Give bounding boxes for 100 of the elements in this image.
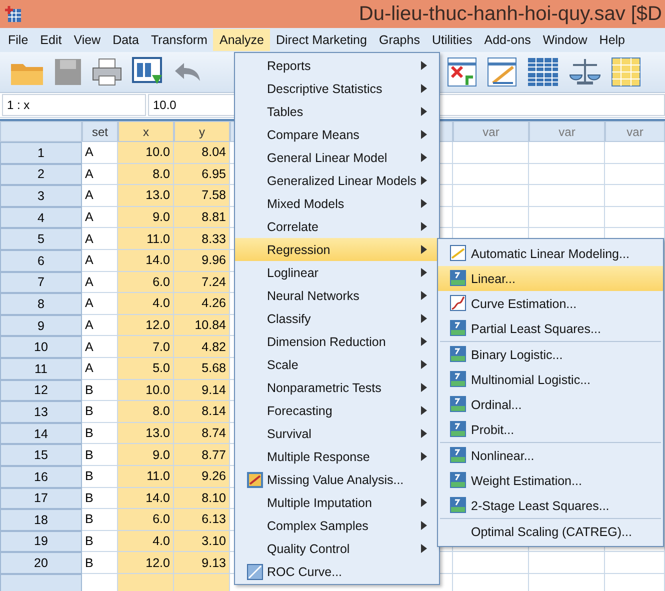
row-number[interactable]: 16 — [0, 466, 82, 488]
row-number[interactable]: 10 — [0, 336, 82, 358]
table-cell: A — [82, 228, 118, 250]
menu-item[interactable]: Missing Value Analysis... — [235, 468, 439, 491]
chart-edit-icon[interactable] — [487, 57, 517, 87]
menu-item[interactable]: Regression — [235, 238, 439, 261]
value-labels-icon[interactable] — [611, 57, 641, 87]
row-number[interactable]: 20 — [0, 552, 82, 574]
regression-icon — [450, 421, 466, 437]
save-icon[interactable] — [54, 58, 82, 86]
row-number[interactable]: 18 — [0, 509, 82, 531]
menu-item[interactable]: View — [68, 29, 107, 51]
table-cell — [118, 574, 174, 591]
menu-item[interactable]: Multiple Response — [235, 445, 439, 468]
menu-item[interactable]: Linear... — [438, 266, 663, 291]
table-cell: 8.0 — [118, 401, 174, 423]
row-number[interactable]: 1 — [0, 142, 82, 164]
menu-item[interactable]: Mixed Models — [235, 192, 439, 215]
menu-item[interactable]: Edit — [34, 29, 68, 51]
table-cell: 10.0 — [118, 142, 174, 164]
menu-item[interactable]: Analyze — [213, 29, 270, 51]
table-cell: 8.74 — [174, 422, 230, 444]
menu-item[interactable]: Utilities — [426, 29, 478, 51]
row-number[interactable]: 3 — [0, 185, 82, 207]
menu-item[interactable]: Help — [593, 29, 632, 51]
column-header[interactable]: y — [174, 121, 230, 142]
row-number[interactable]: 7 — [0, 272, 82, 294]
curve-chart-icon — [450, 295, 466, 311]
menu-item[interactable]: Generalized Linear Models — [235, 169, 439, 192]
table-cell: A — [82, 358, 118, 380]
menu-item[interactable]: Loglinear — [235, 261, 439, 284]
row-number[interactable]: 9 — [0, 314, 82, 336]
menu-item[interactable]: Weight Estimation... — [438, 468, 663, 493]
column-header[interactable]: var — [529, 121, 605, 142]
menu-item[interactable]: Tables — [235, 100, 439, 123]
table-cell: B — [82, 530, 118, 552]
column-header[interactable]: var — [453, 121, 529, 142]
menu-item[interactable]: Nonparametric Tests — [235, 376, 439, 399]
menu-item[interactable]: Neural Networks — [235, 284, 439, 307]
menu-item[interactable]: Ordinal... — [438, 392, 663, 417]
menu-item[interactable]: Classify — [235, 307, 439, 330]
column-header[interactable]: set — [82, 121, 118, 142]
row-number[interactable]: 8 — [0, 293, 82, 315]
table-cell: A — [82, 185, 118, 207]
row-number[interactable]: 14 — [0, 422, 82, 444]
menu-item[interactable]: Direct Marketing — [270, 29, 373, 51]
menu-item[interactable]: Data — [106, 29, 145, 51]
cell-reference-field[interactable]: 1 : x — [2, 94, 146, 116]
row-number[interactable]: 19 — [0, 530, 82, 552]
menu-item[interactable]: Automatic Linear Modeling... — [438, 241, 663, 266]
menu-item[interactable]: File — [2, 29, 34, 51]
column-header[interactable]: var — [605, 121, 665, 142]
row-number[interactable]: 11 — [0, 358, 82, 380]
row-number[interactable]: 6 — [0, 250, 82, 272]
menu-item[interactable]: 2-Stage Least Squares... — [438, 493, 663, 518]
menu-item[interactable]: Compare Means — [235, 123, 439, 146]
menu-item[interactable]: Binary Logistic... — [438, 342, 663, 367]
menu-item[interactable]: ROC Curve... — [235, 560, 439, 583]
regression-icon — [450, 320, 466, 336]
menu-item[interactable]: Curve Estimation... — [438, 291, 663, 316]
table-cell: 12.0 — [118, 314, 174, 336]
split-table-icon[interactable] — [527, 57, 559, 87]
menu-item[interactable]: Forecasting — [235, 399, 439, 422]
menu-item[interactable]: Transform — [144, 29, 214, 51]
menu-item[interactable]: Survival — [235, 422, 439, 445]
menu-item[interactable]: Dimension Reduction — [235, 330, 439, 353]
menu-item[interactable]: Correlate — [235, 215, 439, 238]
menu-item[interactable]: Scale — [235, 353, 439, 376]
menu-item[interactable]: Partial Least Squares... — [438, 316, 663, 341]
menu-item[interactable]: Probit... — [438, 417, 663, 442]
table-cell: 4.26 — [174, 293, 230, 315]
menu-item[interactable]: Nonlinear... — [438, 443, 663, 468]
menu-item[interactable]: Window — [536, 29, 594, 51]
column-header[interactable]: x — [118, 121, 174, 142]
table-cell: 9.14 — [174, 380, 230, 402]
table-cell: 14.0 — [118, 488, 174, 510]
menu-item[interactable]: Reports — [235, 54, 439, 77]
menu-item[interactable]: Optimal Scaling (CATREG)... — [438, 519, 663, 544]
row-number[interactable]: 13 — [0, 401, 82, 423]
table-cell — [605, 185, 665, 207]
undo-icon[interactable] — [174, 61, 202, 83]
menu-item[interactable]: Complex Samples — [235, 514, 439, 537]
menu-item[interactable]: Add-ons — [478, 29, 537, 51]
row-number[interactable]: 4 — [0, 206, 82, 228]
menu-item[interactable]: Graphs — [372, 29, 426, 51]
menu-item[interactable]: Quality Control — [235, 537, 439, 560]
menu-item[interactable]: Descriptive Statistics — [235, 77, 439, 100]
scales-icon[interactable] — [569, 57, 601, 87]
row-number[interactable]: 12 — [0, 380, 82, 402]
row-number[interactable]: 17 — [0, 488, 82, 510]
table-cell: 14.0 — [118, 250, 174, 272]
table-cell: B — [82, 401, 118, 423]
row-number[interactable]: 2 — [0, 164, 82, 186]
menu-item[interactable]: General Linear Model — [235, 146, 439, 169]
printer-icon[interactable] — [92, 58, 122, 86]
menu-item[interactable]: Multinomial Logistic... — [438, 367, 663, 392]
row-number[interactable]: 5 — [0, 228, 82, 250]
menu-item[interactable]: Multiple Imputation — [235, 491, 439, 514]
row-number[interactable]: 15 — [0, 444, 82, 466]
insert-variable-icon[interactable] — [447, 57, 477, 87]
